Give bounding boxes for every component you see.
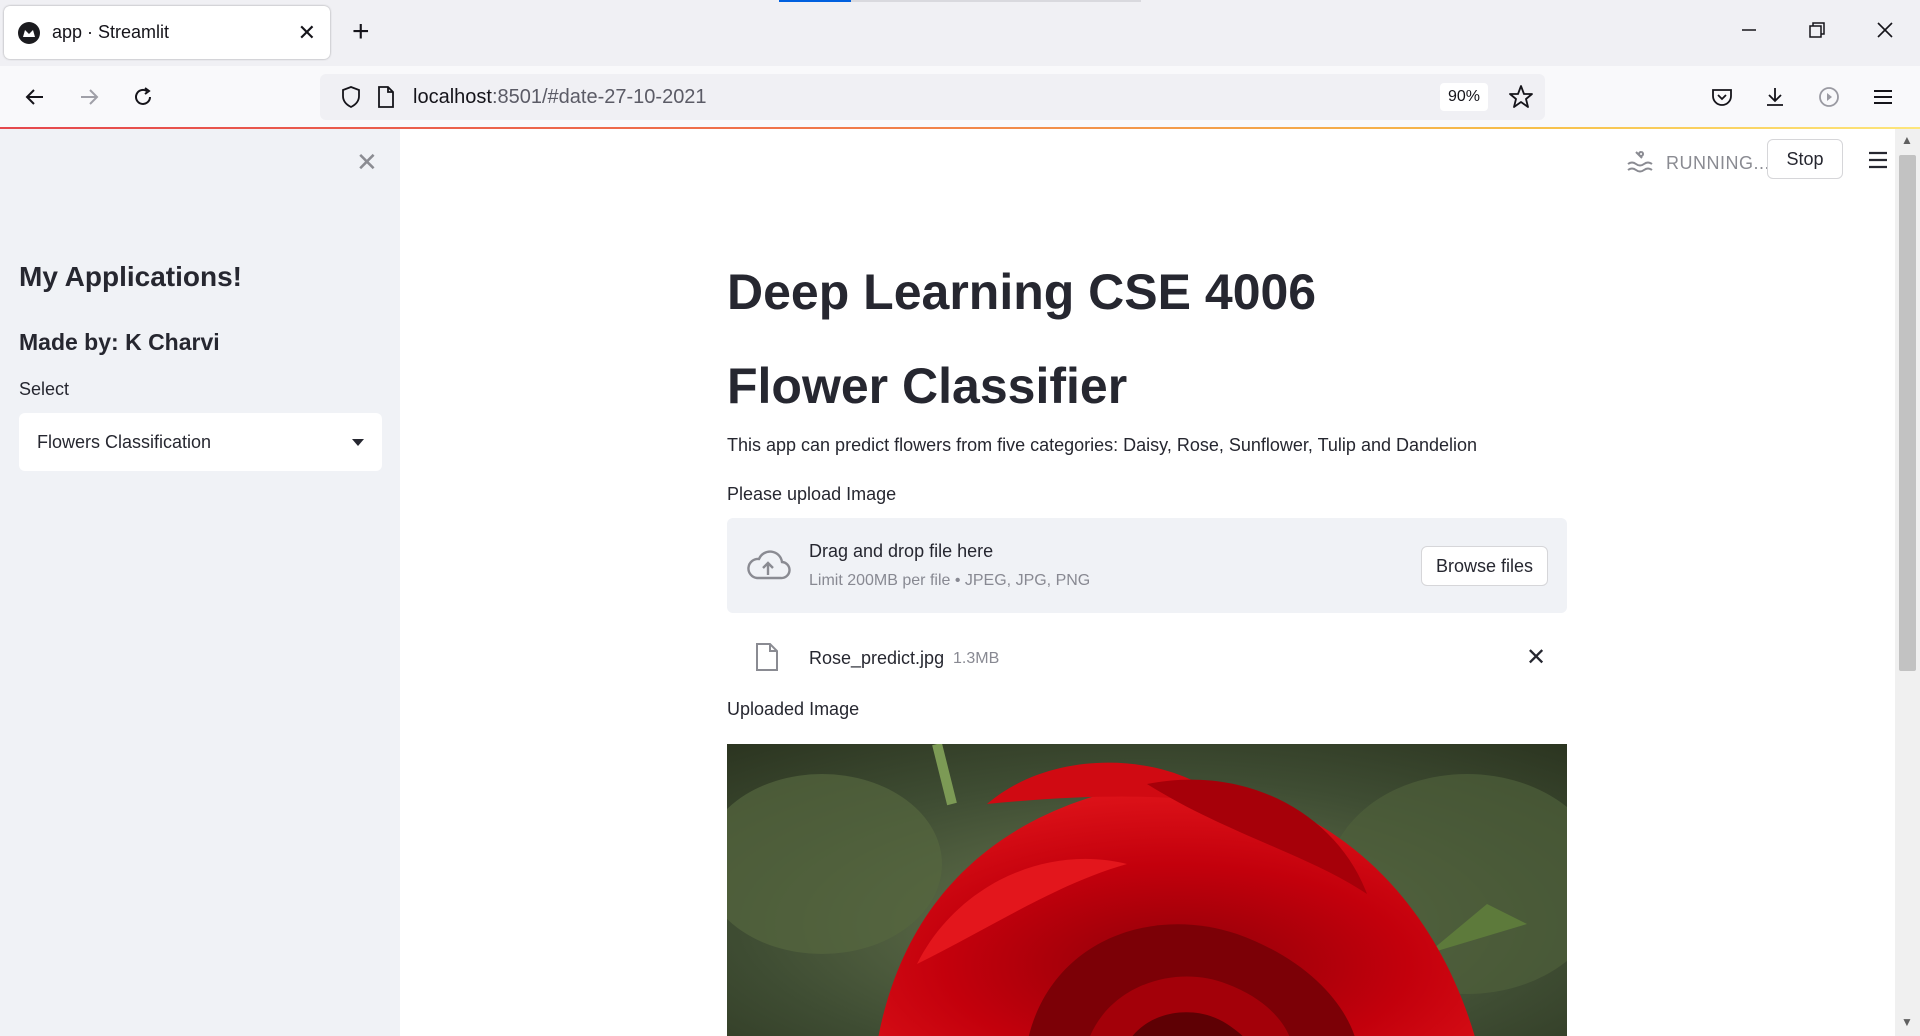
- url-bar[interactable]: localhost:8501/#date-27-10-2021 90%: [320, 74, 1545, 120]
- upload-label: Please upload Image: [727, 484, 897, 504]
- minimize-icon[interactable]: [1740, 14, 1758, 50]
- new-tab-button[interactable]: +: [352, 16, 370, 48]
- running-icon: [1626, 149, 1654, 178]
- app-select-dropdown[interactable]: Flowers Classification: [19, 413, 382, 471]
- dropzone-title: Drag and drop file here: [809, 541, 994, 561]
- uploaded-file-row: Rose_predict.jpg 1.3MB ✕: [727, 629, 1567, 685]
- sidebar-subheading: Made by: K Charvi: [19, 329, 220, 355]
- scrollbar-thumb[interactable]: [1899, 155, 1916, 671]
- app-description: This app can predict flowers from five c…: [727, 435, 1478, 455]
- forward-icon[interactable]: [72, 80, 106, 114]
- stop-button[interactable]: Stop: [1767, 139, 1843, 179]
- star-icon[interactable]: [1508, 84, 1534, 115]
- page-subtitle: Flower Classifier: [727, 358, 1128, 414]
- tab-close-icon[interactable]: ✕: [298, 20, 316, 46]
- pocket-icon[interactable]: [1705, 80, 1739, 114]
- sidebar: ✕ My Applications! Made by: K Charvi Sel…: [0, 129, 400, 1036]
- restore-icon[interactable]: [1808, 14, 1826, 50]
- uploaded-image-label: Uploaded Image: [727, 699, 860, 719]
- main-content: RUNNING... Stop Deep Learning CSE 4006 F…: [400, 129, 1895, 1036]
- select-label: Select: [19, 379, 70, 399]
- sidebar-close-icon[interactable]: ✕: [356, 147, 378, 178]
- file-icon: [755, 642, 779, 677]
- streamlit-favicon-icon: [18, 21, 40, 44]
- page-icon[interactable]: [377, 85, 395, 114]
- tab-title: app · Streamlit: [52, 22, 170, 42]
- rose-image: [727, 744, 1567, 1036]
- browser-nav-bar: localhost:8501/#date-27-10-2021 90%: [0, 66, 1920, 128]
- browser-tab-bar: app · Streamlit ✕ +: [0, 0, 1920, 66]
- menu-icon[interactable]: [1866, 80, 1900, 114]
- url-text[interactable]: localhost:8501/#date-27-10-2021: [413, 86, 707, 109]
- running-text: RUNNING...: [1666, 153, 1770, 173]
- browse-files-button[interactable]: Browse files: [1421, 546, 1548, 586]
- page-scrollbar[interactable]: ▲ ▼: [1895, 129, 1920, 1036]
- file-dropzone[interactable]: Drag and drop file here Limit 200MB per …: [727, 518, 1567, 613]
- scroll-up-icon[interactable]: ▲: [1901, 133, 1913, 147]
- window-close-icon[interactable]: [1876, 14, 1894, 50]
- sidebar-heading: My Applications!: [19, 261, 242, 292]
- select-value: Flowers Classification: [37, 431, 212, 452]
- download-icon[interactable]: [1758, 80, 1792, 114]
- back-icon[interactable]: [18, 80, 52, 114]
- dropzone-limit: Limit 200MB per file • JPEG, JPG, PNG: [809, 572, 1091, 589]
- cloud-upload-icon: [745, 548, 791, 587]
- browser-tab[interactable]: app · Streamlit ✕: [4, 6, 330, 59]
- delete-file-icon[interactable]: ✕: [1526, 643, 1546, 672]
- app-menu-icon[interactable]: [1867, 149, 1889, 176]
- page-title: Deep Learning CSE 4006: [727, 264, 1317, 320]
- loading-indicator: [779, 0, 1141, 2]
- reload-icon[interactable]: [126, 80, 160, 114]
- chevron-down-icon: [352, 438, 364, 446]
- file-size: 1.3MB: [953, 650, 1000, 667]
- scroll-down-icon[interactable]: ▼: [1901, 1015, 1913, 1029]
- zoom-level-badge[interactable]: 90%: [1440, 83, 1489, 111]
- file-name: Rose_predict.jpg: [809, 648, 945, 668]
- extension-icon[interactable]: [1812, 80, 1846, 114]
- shield-icon[interactable]: [340, 85, 362, 114]
- running-status: RUNNING...: [1626, 149, 1770, 178]
